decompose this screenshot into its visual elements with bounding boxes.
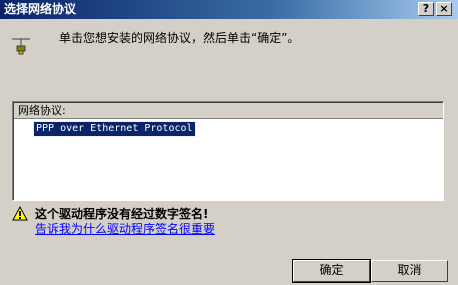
help-button[interactable]: ? (418, 2, 434, 16)
ok-button[interactable]: 确定 (292, 259, 371, 283)
window-title: 选择网络协议 (4, 2, 77, 16)
cancel-button[interactable]: 取消 (371, 260, 448, 282)
title-bar[interactable]: 选择网络协议 ? × (0, 0, 458, 19)
driver-signing-help-link[interactable]: 告诉我为什么驱动程序签名很重要 (35, 220, 215, 237)
warning-icon (12, 206, 28, 221)
network-protocol-icon (12, 38, 30, 55)
close-button[interactable]: × (436, 2, 452, 16)
list-column-header[interactable]: 网络协议: (14, 103, 443, 119)
instruction-text: 单击您想安装的网络协议，然后单击“确定”。 (59, 31, 300, 45)
list-item[interactable]: PPP over Ethernet Protocol (33, 121, 196, 137)
protocol-listbox[interactable]: 网络协议: PPP over Ethernet Protocol (12, 101, 444, 201)
